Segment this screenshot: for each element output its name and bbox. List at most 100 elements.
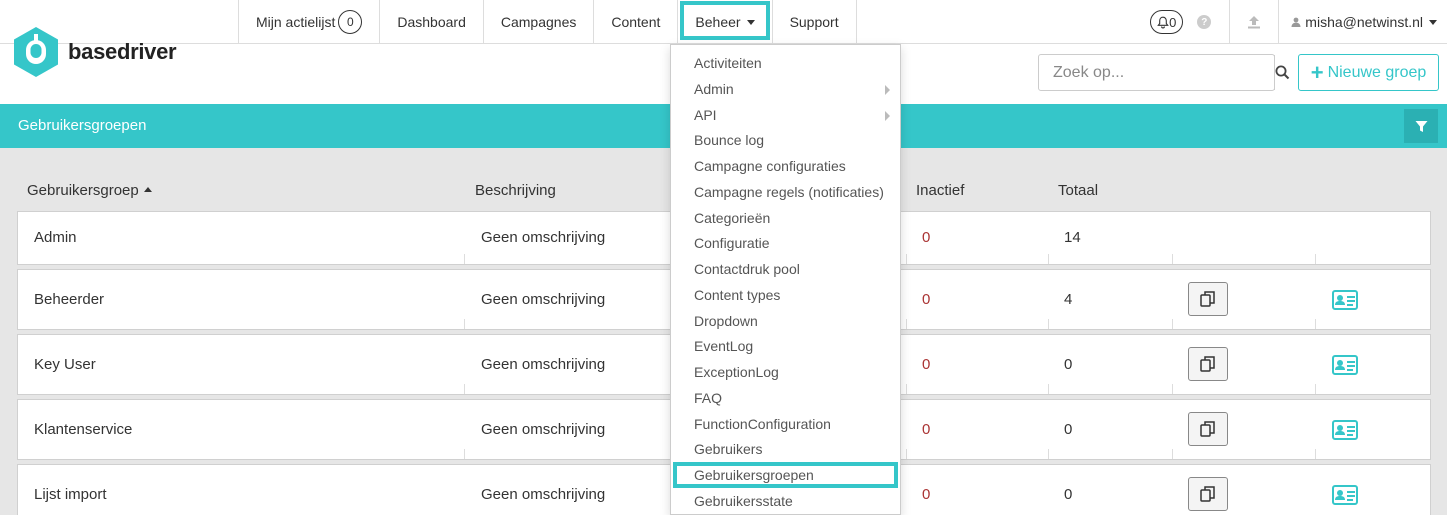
search-icon (1275, 65, 1290, 80)
column-header-inactive[interactable]: Inactief (916, 182, 964, 199)
inactive-count: 0 (922, 421, 931, 438)
menu-item-gebruikersstate[interactable]: Gebruikersstate (671, 488, 900, 514)
column-header-group[interactable]: Gebruikersgroep (27, 182, 152, 199)
new-group-button[interactable]: + Nieuwe groep (1298, 54, 1439, 91)
chevron-right-icon (885, 111, 890, 121)
nav-item-content[interactable]: Content (593, 0, 677, 44)
column-divider (1315, 449, 1316, 459)
menu-item-gebruikers[interactable]: Gebruikers (671, 436, 900, 462)
column-divider (1048, 254, 1049, 264)
total-count: 14 (1064, 229, 1081, 246)
inactive-count: 0 (922, 356, 931, 373)
user-card-icon[interactable] (1332, 355, 1358, 375)
menu-item-exceptionlog[interactable]: ExceptionLog (671, 359, 900, 385)
column-divider (906, 319, 907, 329)
column-divider (1172, 319, 1173, 329)
caret-down-icon (1429, 19, 1437, 25)
column-divider (906, 254, 907, 264)
search-box (1038, 54, 1290, 91)
user-icon (1291, 17, 1301, 27)
top-navbar: Mijn actielijst 0 Dashboard Campagnes Co… (0, 0, 1447, 44)
menu-item-configuratie[interactable]: Configuratie (671, 230, 900, 256)
total-count: 0 (1064, 356, 1073, 373)
nav-item-dashboard[interactable]: Dashboard (379, 0, 483, 44)
copy-icon (1200, 356, 1215, 372)
nav-item-campagnes[interactable]: Campagnes (482, 0, 594, 44)
group-name: Beheerder (34, 291, 105, 308)
column-header-total[interactable]: Totaal (1058, 182, 1098, 199)
main-nav: Mijn actielijst 0 Dashboard Campagnes Co… (238, 0, 857, 44)
chevron-right-icon (885, 85, 890, 95)
group-name: Lijst import (34, 486, 107, 503)
logo[interactable]: basedriver (12, 26, 177, 78)
column-divider (1315, 384, 1316, 394)
column-divider (1172, 449, 1173, 459)
group-description: Geen omschrijving (481, 229, 606, 246)
user-menu[interactable]: misha@netwinst.nl (1279, 0, 1447, 44)
menu-item-activiteiten[interactable]: Activiteiten (671, 50, 900, 76)
menu-item-functionconfiguration[interactable]: FunctionConfiguration (671, 411, 900, 437)
menu-item-dropdown[interactable]: Dropdown (671, 308, 900, 334)
new-group-label: Nieuwe groep (1327, 63, 1427, 81)
menu-item-api[interactable]: API (671, 102, 900, 128)
column-divider (1048, 384, 1049, 394)
menu-item-bounce-log[interactable]: Bounce log (671, 127, 900, 153)
menu-item-admin[interactable]: Admin (671, 76, 900, 102)
nav-item-label: Beheer (695, 14, 741, 30)
filter-button[interactable] (1404, 109, 1438, 143)
nav-item-support[interactable]: Support (771, 0, 857, 44)
page-title: Gebruikersgroepen (18, 117, 147, 134)
nav-item-label: Mijn actielijst (256, 14, 336, 30)
inactive-count: 0 (922, 486, 931, 503)
menu-item-contactdruk-pool[interactable]: Contactdruk pool (671, 256, 900, 282)
total-count: 0 (1064, 486, 1073, 503)
search-input[interactable] (1039, 55, 1274, 90)
column-divider (1172, 384, 1173, 394)
user-card-icon[interactable] (1332, 290, 1358, 310)
menu-item-faq[interactable]: FAQ (671, 385, 900, 411)
copy-icon (1200, 486, 1215, 502)
menu-item-gebruikersgroepen[interactable]: Gebruikersgroepen (671, 462, 900, 488)
column-divider (464, 319, 465, 329)
search-button[interactable] (1274, 55, 1290, 90)
group-description: Geen omschrijving (481, 421, 606, 438)
column-divider (1172, 254, 1173, 264)
notifications-button[interactable]: 0 (1150, 10, 1184, 34)
menu-item-campagne-regels[interactable]: Campagne regels (notificaties) (671, 179, 900, 205)
group-description: Geen omschrijving (481, 486, 606, 503)
copy-icon (1200, 291, 1215, 307)
menu-item-campagne-configuraties[interactable]: Campagne configuraties (671, 153, 900, 179)
menu-item-content-types[interactable]: Content types (671, 282, 900, 308)
upload-icon[interactable] (1230, 15, 1278, 29)
column-divider (906, 449, 907, 459)
column-divider (906, 384, 907, 394)
copy-icon (1200, 421, 1215, 437)
group-name: Admin (34, 229, 77, 246)
menu-item-label: Admin (694, 81, 734, 97)
column-header-description[interactable]: Beschrijving (475, 182, 556, 199)
copy-group-button[interactable] (1188, 477, 1228, 511)
column-divider (1048, 449, 1049, 459)
menu-item-eventlog[interactable]: EventLog (671, 333, 900, 359)
nav-item-beheer[interactable]: Beheer (677, 0, 771, 44)
menu-item-categorieen[interactable]: Categorieën (671, 205, 900, 231)
logo-text: basedriver (68, 39, 177, 64)
actielijst-count-badge: 0 (338, 10, 363, 34)
group-name: Key User (34, 356, 96, 373)
inactive-count: 0 (922, 229, 931, 246)
caret-down-icon (746, 19, 755, 25)
copy-group-button[interactable] (1188, 412, 1228, 446)
column-divider (464, 449, 465, 459)
user-card-icon[interactable] (1332, 420, 1358, 440)
copy-group-button[interactable] (1188, 282, 1228, 316)
nav-item-mijn-actielijst[interactable]: Mijn actielijst 0 (238, 0, 379, 44)
total-count: 4 (1064, 291, 1073, 308)
filter-icon (1415, 120, 1427, 132)
column-divider (464, 384, 465, 394)
help-icon[interactable]: ? (1197, 15, 1212, 29)
user-card-icon[interactable] (1332, 485, 1358, 505)
inactive-count: 0 (922, 291, 931, 308)
copy-group-button[interactable] (1188, 347, 1228, 381)
plus-icon: + (1310, 59, 1324, 85)
column-divider (1048, 319, 1049, 329)
